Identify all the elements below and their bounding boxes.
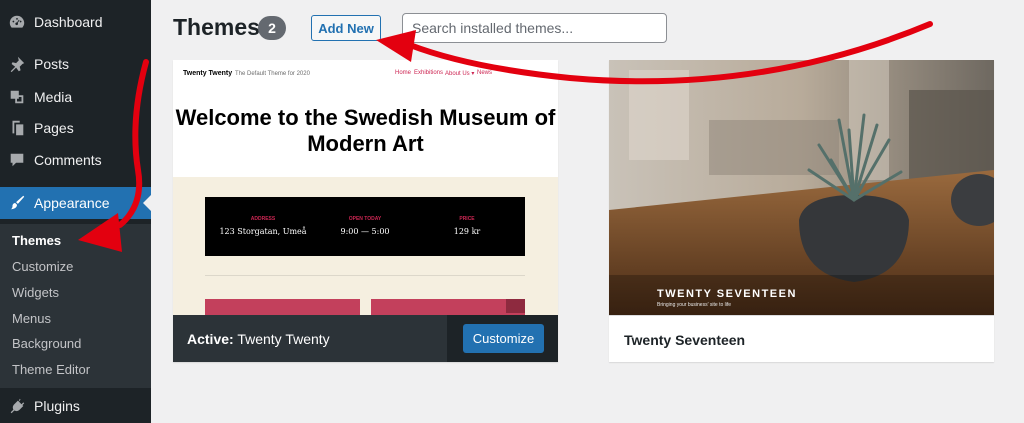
theme-name-bar: Twenty Seventeen [609, 315, 994, 362]
sidebar-item-dashboard[interactable]: Dashboard [0, 6, 151, 38]
theme-actions: Customize [447, 315, 558, 362]
sidebar-item-label: Dashboard [34, 14, 103, 30]
preview-info-value: 129 kr [453, 227, 481, 236]
sidebar-item-comments[interactable]: Comments [0, 144, 151, 176]
admin-sidebar: Dashboard Posts Media Pages Comments App… [0, 0, 151, 423]
theme-screenshot[interactable]: Twenty Twenty The Default Theme for 2020… [173, 60, 558, 315]
sidebar-item-posts[interactable]: Posts [0, 48, 151, 80]
preview-info-value: 123 Storgatan, Umeå [219, 227, 307, 236]
preview-site-name: Twenty Twenty [183, 70, 233, 77]
brush-icon [0, 194, 34, 212]
preview-hero-title: Welcome to the Swedish Museum of Modern … [175, 105, 556, 156]
preview-info-label: OPEN TODAY [348, 216, 382, 222]
preview-menu-item: News [477, 70, 493, 76]
submenu-item-menus[interactable]: Menus [12, 311, 51, 326]
preview-image-block [371, 299, 525, 315]
sidebar-item-label: Appearance [34, 195, 110, 211]
preview-menu-item: Home [395, 70, 412, 76]
sidebar-item-pages[interactable]: Pages [0, 112, 151, 144]
appearance-submenu: Themes Customize Widgets Menus Backgroun… [0, 224, 151, 388]
preview-divider [205, 275, 525, 276]
sidebar-item-label: Plugins [34, 398, 80, 414]
submenu-item-theme-editor[interactable]: Theme Editor [12, 362, 90, 377]
customize-button[interactable]: Customize [463, 324, 544, 353]
search-themes-input[interactable] [402, 13, 667, 43]
submenu-item-themes[interactable]: Themes [12, 233, 61, 248]
preview-info-label: PRICE [459, 216, 475, 222]
sidebar-item-label: Media [34, 89, 73, 105]
active-theme-label: Active: Twenty Twenty [187, 331, 330, 347]
plugin-icon [0, 397, 34, 415]
preview-info-label: ADDRESS [250, 216, 276, 222]
preview-menu-item: About Us ▾ [445, 71, 475, 77]
plant-photo [609, 60, 994, 315]
theme-card-twenty-twenty[interactable]: Twenty Twenty The Default Theme for 2020… [173, 60, 558, 362]
sidebar-item-media[interactable]: Media [0, 81, 151, 113]
add-new-button[interactable]: Add New [311, 15, 381, 41]
sidebar-item-label: Pages [34, 120, 74, 136]
page-title: Themes [173, 14, 260, 40]
sidebar-item-label: Comments [34, 152, 102, 168]
theme-card-twenty-seventeen[interactable]: TWENTY SEVENTEEN Bringing your business'… [609, 60, 994, 362]
theme-count-badge: 2 [258, 16, 286, 40]
preview-info-value: 9:00 — 5:00 [340, 227, 390, 236]
preview-tagline: Bringing your business' site to life [657, 302, 732, 308]
theme-active-bar: Active: Twenty Twenty Customize [173, 315, 558, 362]
sidebar-item-label: Posts [34, 56, 70, 72]
preview-title: TWENTY SEVENTEEN [657, 288, 797, 300]
dashboard-icon [0, 13, 34, 31]
pages-icon [0, 119, 34, 137]
sidebar-item-appearance[interactable]: Appearance [0, 187, 151, 219]
comment-icon [0, 151, 34, 169]
preview-menu-item: Exhibitions [414, 70, 444, 76]
theme-screenshot[interactable]: TWENTY SEVENTEEN Bringing your business'… [609, 60, 994, 315]
preview-info-box: ADDRESS OPEN TODAY PRICE 123 Storgatan, … [205, 197, 525, 256]
current-menu-caret [143, 195, 151, 211]
preview-tagline: The Default Theme for 2020 [235, 71, 310, 77]
sidebar-item-plugins[interactable]: Plugins [0, 390, 151, 422]
preview-image-block [205, 299, 360, 315]
submenu-item-background[interactable]: Background [12, 336, 81, 351]
theme-name: Twenty Seventeen [624, 332, 746, 348]
pin-icon [0, 55, 34, 73]
media-icon [0, 88, 34, 106]
submenu-item-customize[interactable]: Customize [12, 259, 73, 274]
submenu-item-widgets[interactable]: Widgets [12, 285, 59, 300]
preview-image-block [506, 299, 525, 313]
